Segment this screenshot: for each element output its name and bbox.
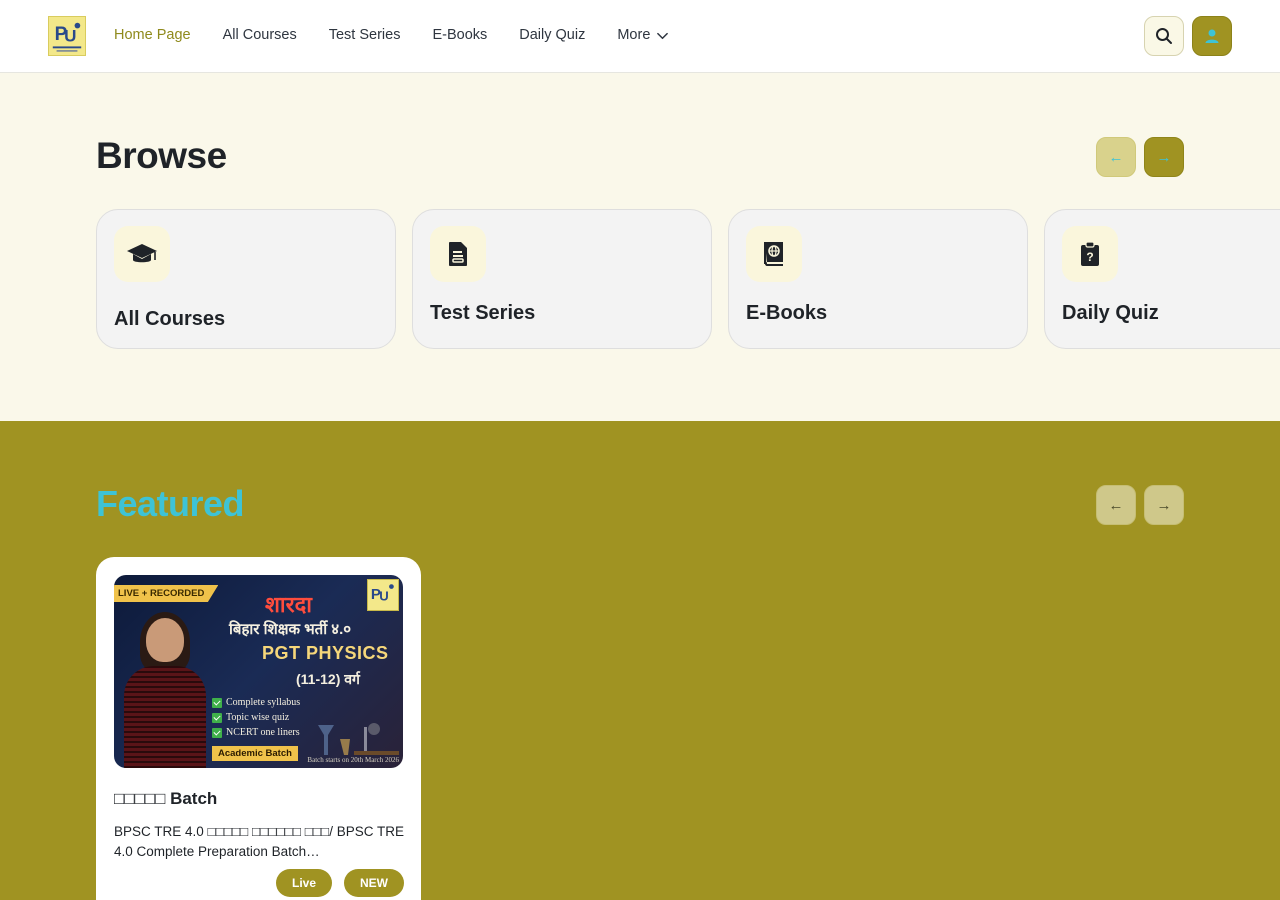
- banner-subheading: बिहार शिक्षक भर्ती ४.०: [229, 621, 352, 638]
- banner-subject: PGT PHYSICS: [262, 643, 389, 663]
- category-icon-tile: [746, 226, 802, 282]
- category-icon-tile: [430, 226, 486, 282]
- chevron-down-icon: [657, 32, 669, 39]
- top-navbar: P U Home Page All Courses Test Series E-…: [0, 0, 1280, 73]
- category-label: Test Series: [430, 302, 536, 324]
- search-icon: [1156, 28, 1172, 44]
- new-badge: NEW: [344, 869, 404, 897]
- instructor-photo: [118, 612, 208, 768]
- checkbox-icon: [212, 697, 222, 708]
- banner-batch-label: Academic Batch: [212, 746, 298, 761]
- user-account-button[interactable]: [1192, 16, 1232, 56]
- course-title: □□□□□ Batch: [114, 789, 218, 808]
- banner-feature-item: NCERT one liners: [212, 727, 300, 738]
- checkbox-icon: [212, 712, 222, 723]
- featured-prev-button[interactable]: ←: [1096, 485, 1136, 525]
- category-card-test-series[interactable]: Test Series: [412, 209, 712, 349]
- nav-e-books[interactable]: E-Books: [432, 27, 487, 43]
- user-icon: [1205, 29, 1219, 43]
- nav-more-label: More: [617, 27, 651, 43]
- graduation-cap-icon: [127, 244, 157, 263]
- nav-home-page[interactable]: Home Page: [114, 27, 191, 43]
- browse-next-button[interactable]: →: [1144, 137, 1184, 177]
- browse-section: Browse ← → All Courses Test Series E-Boo…: [0, 73, 1280, 421]
- category-card-daily-quiz[interactable]: ? Daily Quiz: [1044, 209, 1280, 349]
- checkbox-icon: [212, 727, 222, 738]
- live-badge: Live: [276, 869, 332, 897]
- nav-daily-quiz[interactable]: Daily Quiz: [519, 27, 585, 43]
- browse-prev-button[interactable]: ←: [1096, 137, 1136, 177]
- lab-scene-illustration: [318, 723, 399, 755]
- brand-logo-icon[interactable]: P U: [48, 16, 86, 56]
- course-description: BPSC TRE 4.0 □□□□□ □□□□□□ □□□/ BPSC TRE …: [114, 824, 404, 859]
- category-icon-tile: ?: [1062, 226, 1118, 282]
- banner-feature-item: Topic wise quiz: [212, 712, 300, 723]
- nav-all-courses[interactable]: All Courses: [223, 27, 297, 43]
- category-card-e-books[interactable]: E-Books: [728, 209, 1028, 349]
- category-label: E-Books: [746, 302, 828, 324]
- search-button[interactable]: [1144, 16, 1184, 56]
- featured-next-button[interactable]: →: [1144, 485, 1184, 525]
- banner-heading: शारदा: [264, 592, 313, 617]
- document-icon: [449, 242, 467, 266]
- course-card[interactable]: LIVE + RECORDED P U शारदा बिहार शिक्षक भ…: [96, 557, 421, 900]
- nav-test-series[interactable]: Test Series: [329, 27, 401, 43]
- course-banner-image: LIVE + RECORDED P U शारदा बिहार शिक्षक भ…: [114, 575, 403, 768]
- featured-section: Featured ← → LIVE + RECORDED P U शारदा ब…: [0, 421, 1280, 900]
- featured-title: Featured: [96, 483, 245, 524]
- category-label: All Courses: [114, 308, 226, 330]
- category-card-all-courses[interactable]: All Courses: [96, 209, 396, 349]
- svg-text:U: U: [64, 27, 76, 46]
- banner-class-range: (11-12) वर्ग: [296, 671, 360, 687]
- nav-more-dropdown[interactable]: More: [617, 27, 669, 43]
- category-icon-tile: [114, 226, 170, 282]
- category-label: Daily Quiz: [1062, 302, 1159, 324]
- banner-feature-item: Complete syllabus: [212, 697, 300, 708]
- book-icon: [764, 242, 783, 266]
- banner-feature-list: Complete syllabus Topic wise quiz NCERT …: [212, 697, 300, 742]
- main-nav: Home Page All Courses Test Series E-Book…: [114, 27, 701, 43]
- svg-text:?: ?: [1086, 250, 1093, 264]
- browse-title: Browse: [96, 135, 227, 176]
- quiz-clipboard-icon: ?: [1081, 241, 1099, 266]
- banner-start-date: Batch starts on 20th March 2026: [307, 756, 399, 764]
